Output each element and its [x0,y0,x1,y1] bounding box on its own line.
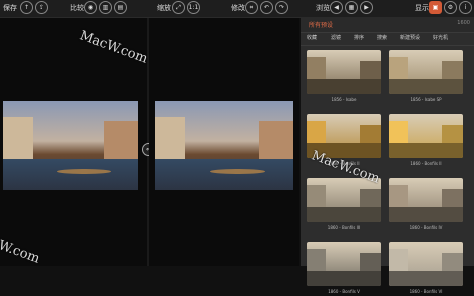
preset-thumbnail[interactable] [307,242,381,286]
preset-thumbnail[interactable] [389,242,463,286]
show-label[interactable]: 显示 [415,3,429,13]
panel-header: 所有预设 1600 [301,18,474,33]
tab-sort[interactable]: 排序 [354,34,364,41]
zoom-ratio-button[interactable]: 1:1 [187,1,200,14]
share-button[interactable]: ↑ [20,1,33,14]
preset-thumbnail[interactable] [307,50,381,94]
side-by-side-button[interactable]: ▤ [114,1,127,14]
preset-label: 1856 - Isabe SP [410,97,442,102]
split-view-button[interactable]: ▥ [99,1,112,14]
top-toolbar: 保存 ↑ ⇪ 比较 ◉ ▥ ▤ 缩放 ⤢ 1:1 修改 ⌗ ↶ ↷ 浏览 ◀ ▦… [0,0,474,18]
preset-label: 1860 - Bonfils IV [409,225,443,230]
browse-label[interactable]: 浏览 [316,3,330,13]
export-button[interactable]: ⇪ [35,1,48,14]
preset-label: 1860 - Bonfils VI [409,289,443,294]
presets-panel: 所有预设 1600 收藏 滤镜 排序 搜索 新建预设 好光机 1856 - Is… [301,18,474,294]
eye-icon[interactable]: ◉ [84,1,97,14]
preset-label: 1856 - Isabe [331,97,357,102]
preset-label: 1860 - Bonfils II [410,161,442,166]
save-label[interactable]: 保存 [3,3,17,13]
tab-filters[interactable]: 滤镜 [331,34,341,41]
preset-item[interactable]: 1856 - Isabe SP [389,50,463,104]
info-button[interactable]: i [459,1,472,14]
preset-item[interactable]: 1860 - Bonfils VI [389,242,463,296]
compare-label[interactable]: 比较 [70,3,84,13]
preset-label: 1860 - Bonfils III [327,225,361,230]
preset-thumbnail[interactable] [389,114,463,158]
crop-button[interactable]: ⌗ [245,1,258,14]
edited-image-pane [149,18,299,266]
redo-button[interactable]: ↷ [275,1,288,14]
tab-favorites[interactable]: 收藏 [307,34,317,41]
presets-panel-button[interactable]: ▣ [429,1,442,14]
preset-item[interactable]: 1860 - Bonfils II [389,114,463,168]
panel-title[interactable]: 所有预设 [309,20,333,29]
grid-button[interactable]: ▦ [345,1,358,14]
edited-photo [155,101,293,190]
zoom-label[interactable]: 缩放 [157,3,171,13]
tab-search[interactable]: 搜索 [377,34,387,41]
zoom-fit-button[interactable]: ⤢ [172,1,185,14]
preset-item[interactable]: 1860 - Bonfils III [307,178,381,232]
preset-thumbnail[interactable] [389,50,463,94]
original-photo [3,101,138,190]
preset-item[interactable]: 1860 - Bonfils IV [389,178,463,232]
next-button[interactable]: ▶ [360,1,373,14]
edit-label[interactable]: 修改 [231,3,245,13]
prev-button[interactable]: ◀ [330,1,343,14]
tab-light-machine[interactable]: 好光机 [433,34,448,41]
undo-button[interactable]: ↶ [260,1,273,14]
preset-item[interactable]: 1860 - Bonfils V [307,242,381,296]
preset-item[interactable]: 1856 - Isabe [307,50,381,104]
tab-new-preset[interactable]: 新建预设 [400,34,420,41]
panel-tabs: 收藏 滤镜 排序 搜索 新建预设 好光机 [301,33,474,46]
preset-thumbnail[interactable] [389,178,463,222]
preset-label: 1860 - Bonfils V [328,289,360,294]
settings-button[interactable]: ⚙ [444,1,457,14]
preset-count: 1600 [457,20,470,26]
